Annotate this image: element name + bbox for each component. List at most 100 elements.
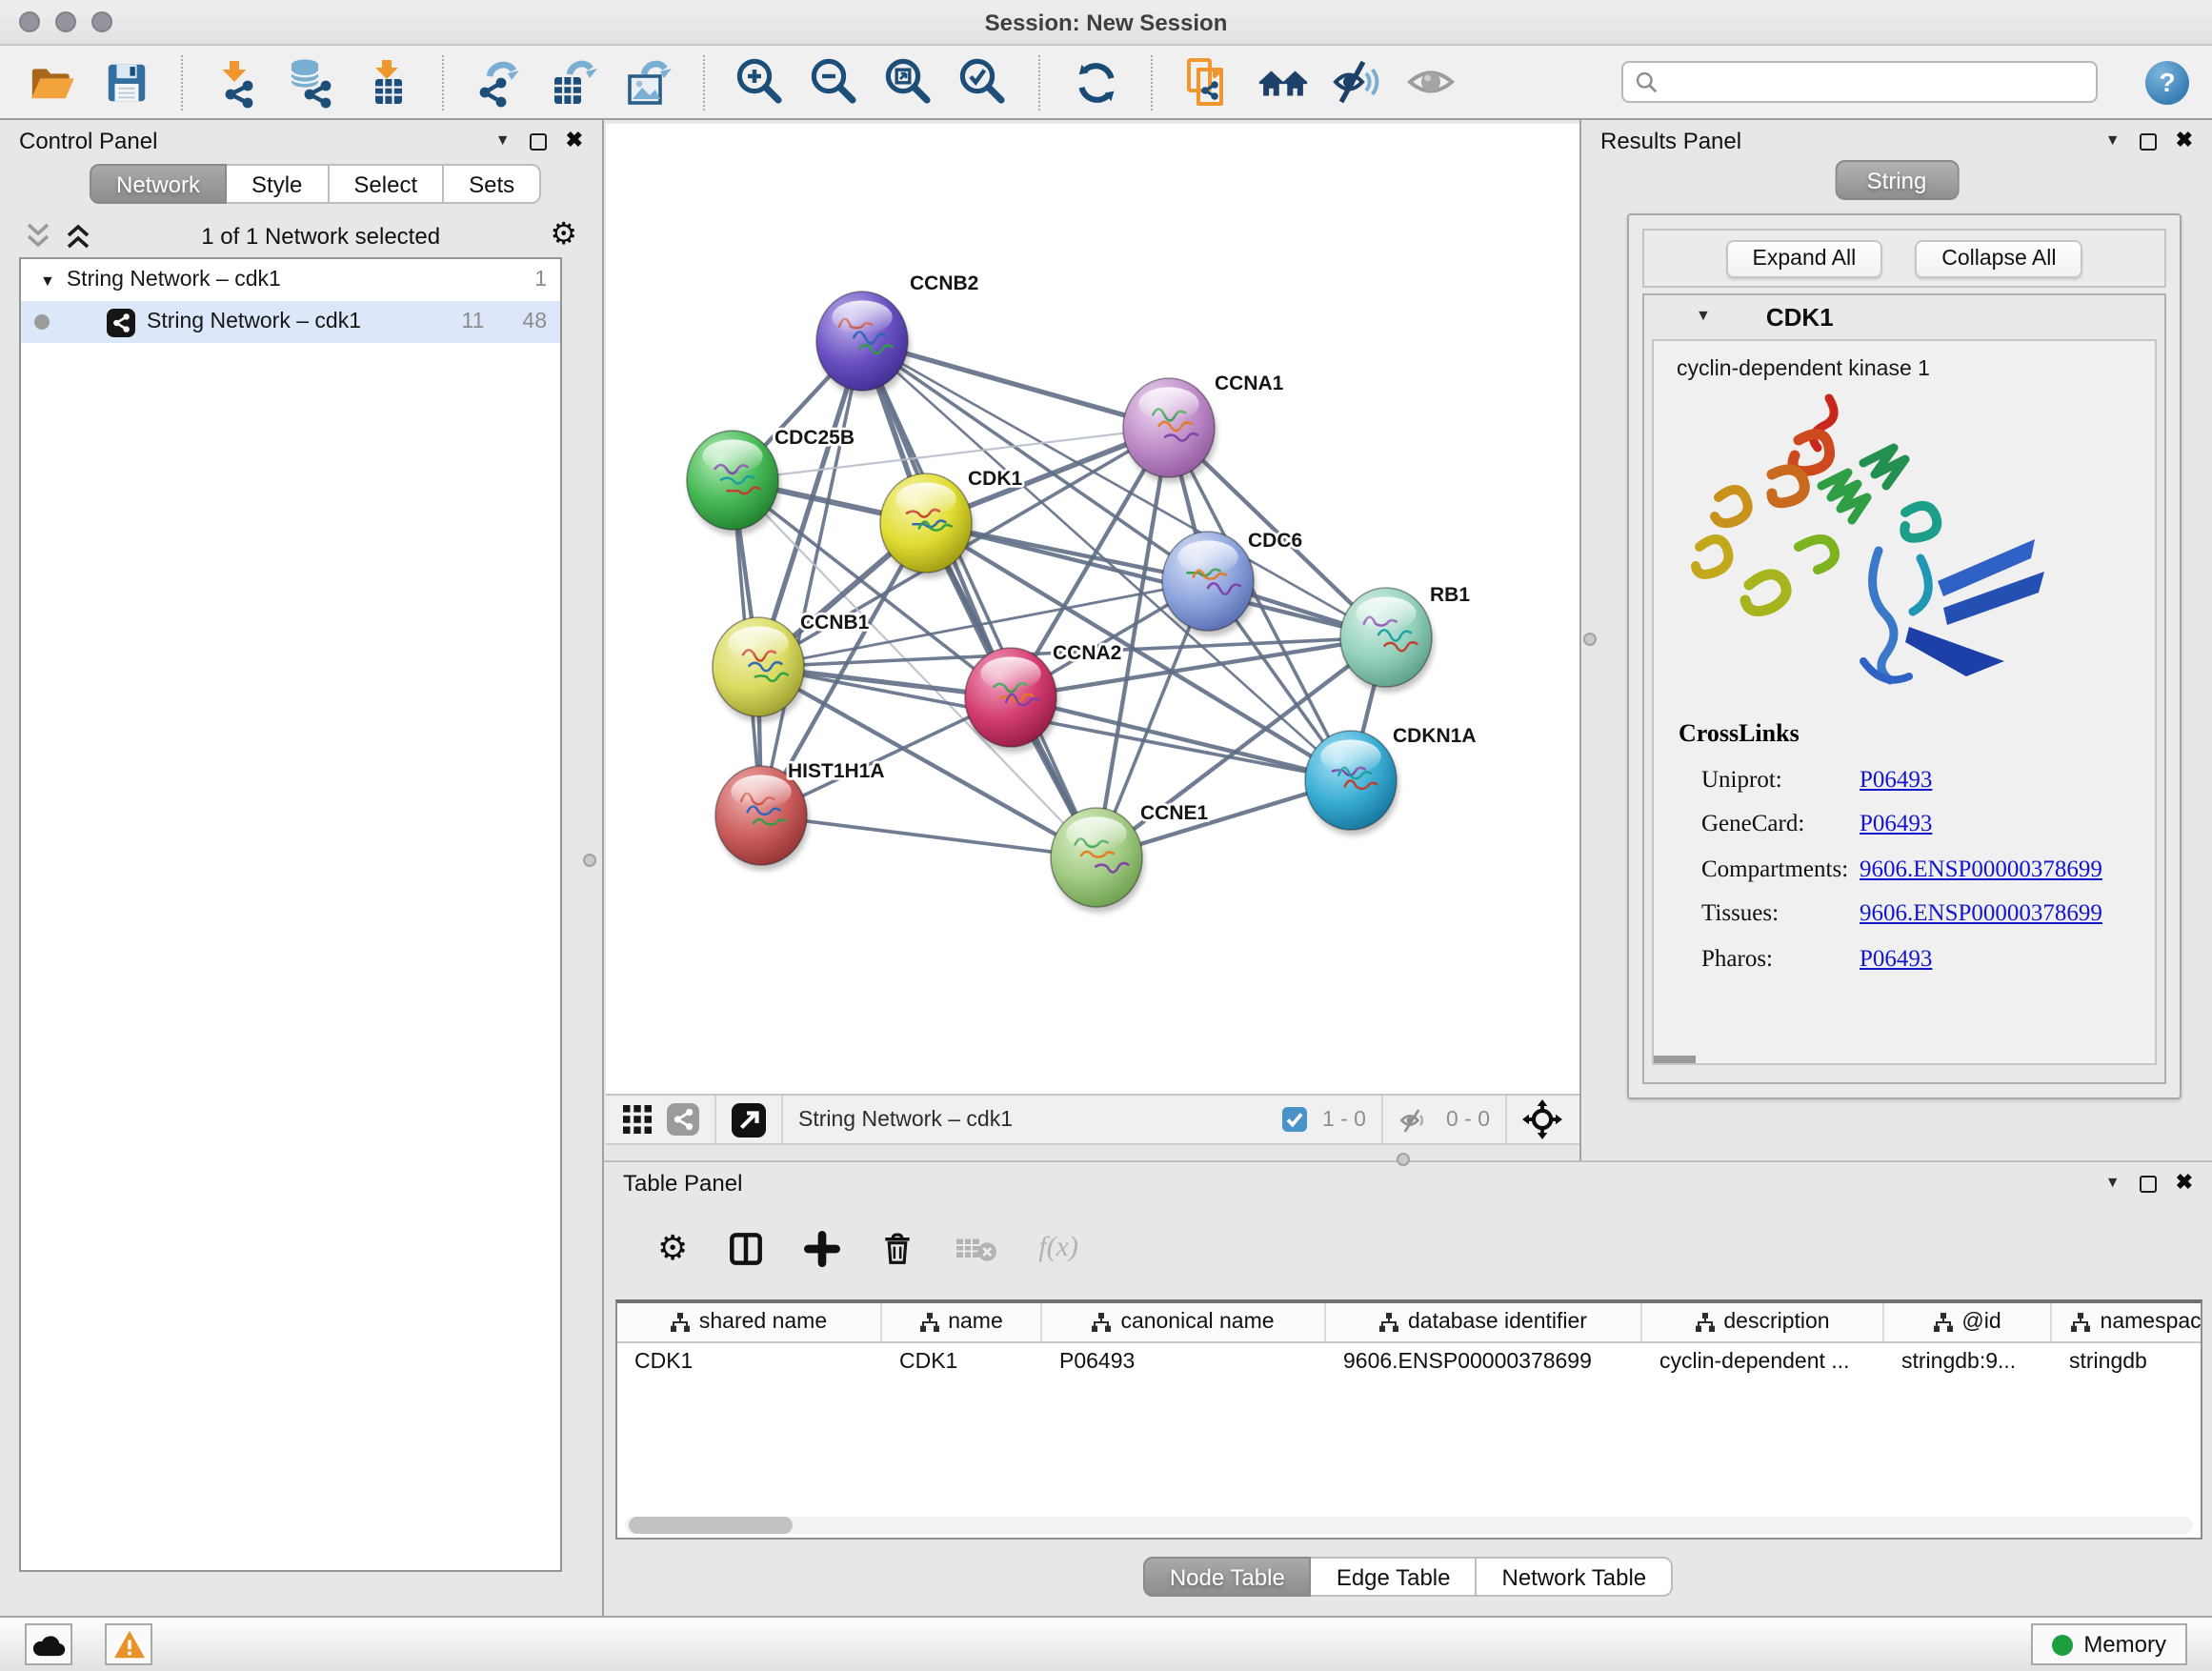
network-view-canvas[interactable]: CCNB2CCNA1CDC25BCDK1CDC6RB1CCNB1CCNA2CDK… [606, 124, 1579, 1094]
cloud-status-button[interactable] [25, 1623, 72, 1665]
table-cell[interactable]: stringdb:9... [1884, 1343, 2052, 1383]
crosslink-link[interactable]: P06493 [1860, 944, 1932, 973]
network-collection-row[interactable]: ▼ String Network – cdk1 1 [21, 259, 560, 301]
column-header-description[interactable]: description [1642, 1303, 1884, 1341]
search-input[interactable] [1667, 70, 2084, 93]
memory-button[interactable]: Memory [2030, 1623, 2187, 1665]
column-header--id[interactable]: @id [1884, 1303, 2052, 1341]
close-panel-icon[interactable]: ✖ [566, 131, 583, 151]
minimize-window-button[interactable] [55, 11, 76, 32]
table-cell[interactable]: CDK1 [617, 1343, 882, 1383]
right-splitter-handle[interactable] [1583, 633, 1597, 646]
crosslink-link[interactable]: P06493 [1860, 765, 1932, 794]
show-columns-icon[interactable] [728, 1230, 764, 1266]
column-header-database-identifier[interactable]: database identifier [1326, 1303, 1642, 1341]
toolbar-search-box[interactable] [1621, 61, 2098, 103]
import-table-from-file-button[interactable] [358, 53, 415, 111]
close-panel-icon[interactable]: ✖ [2176, 131, 2193, 151]
float-panel-icon[interactable] [530, 132, 547, 150]
network-from-clipboard-button[interactable] [1179, 53, 1237, 111]
expand-all-icon[interactable] [65, 221, 91, 252]
collapse-entry-icon[interactable]: ▼ [1696, 309, 1711, 324]
crosslink-link[interactable]: 9606.ENSP00000378699 [1860, 899, 2102, 928]
close-window-button[interactable] [19, 11, 40, 32]
column-header-name[interactable]: name [882, 1303, 1042, 1341]
zoom-fit-content-button[interactable] [880, 53, 937, 111]
warnings-button[interactable] [105, 1623, 152, 1665]
horizontal-splitter-handle[interactable] [1397, 1153, 1410, 1166]
string-network-graph[interactable]: CCNB2CCNA1CDC25BCDK1CDC6RB1CCNB1CCNA2CDK… [606, 124, 1579, 1094]
network-node-CCNE1[interactable]: CCNE1 [1051, 802, 1209, 913]
float-panel-icon[interactable] [2140, 1175, 2157, 1192]
clear-table-icon[interactable] [955, 1234, 998, 1262]
network-node-HIST1H1A[interactable]: HIST1H1A [715, 760, 885, 871]
network-edge[interactable] [761, 815, 1096, 857]
open-session-button[interactable] [23, 53, 80, 111]
zoom-out-button[interactable] [806, 53, 863, 111]
table-options-gear-icon[interactable]: ⚙ [657, 1231, 688, 1265]
crosslink-link[interactable]: 9606.ENSP00000378699 [1860, 855, 2102, 883]
network-node-CDKN1A[interactable]: CDKN1A [1305, 725, 1477, 836]
table-cell[interactable]: stringdb [2052, 1343, 2202, 1383]
network-edge[interactable] [862, 341, 1096, 857]
save-session-button[interactable] [97, 53, 154, 111]
column-header-canonical-name[interactable]: canonical name [1042, 1303, 1326, 1341]
birds-eye-view-icon[interactable] [1522, 1099, 1562, 1139]
delete-column-icon[interactable] [880, 1230, 915, 1266]
left-splitter-handle[interactable] [583, 854, 596, 867]
add-column-icon[interactable] [804, 1230, 840, 1266]
help-button[interactable]: ? [2145, 60, 2189, 104]
zoom-selected-button[interactable] [955, 53, 1012, 111]
network-node-CCNB2[interactable]: CCNB2 [816, 272, 978, 396]
detach-view-icon[interactable] [732, 1102, 766, 1137]
home-button[interactable] [1254, 53, 1311, 111]
table-cell[interactable]: P06493 [1042, 1343, 1326, 1383]
table-cell[interactable]: cyclin-dependent ... [1642, 1343, 1884, 1383]
network-node-CCNA2[interactable]: CCNA2 [965, 642, 1121, 753]
scrollbar-thumb[interactable] [629, 1517, 793, 1534]
network-options-gear-icon[interactable]: ⚙ [550, 221, 577, 252]
tab-string[interactable]: String [1835, 160, 1960, 200]
tab-network[interactable]: Network [90, 164, 227, 204]
export-table-button[interactable] [545, 53, 602, 111]
zoom-in-button[interactable] [732, 53, 789, 111]
network-share-icon[interactable] [667, 1103, 699, 1136]
export-network-button[interactable] [471, 53, 528, 111]
grid-view-icon[interactable] [623, 1105, 652, 1134]
table-row[interactable]: CDK1CDK1P064939606.ENSP00000378699cyclin… [617, 1343, 2201, 1383]
panel-menu-icon[interactable]: ▼ [2105, 1176, 2121, 1191]
table-cell[interactable]: CDK1 [882, 1343, 1042, 1383]
crosslink-link[interactable]: P06493 [1860, 810, 1932, 838]
import-network-from-file-button[interactable] [210, 53, 267, 111]
refresh-view-button[interactable] [1067, 53, 1124, 111]
result-scrollbar[interactable] [1654, 1056, 1696, 1063]
table-cell[interactable]: 9606.ENSP00000378699 [1326, 1343, 1642, 1383]
table-horizontal-scrollbar[interactable] [625, 1517, 2193, 1534]
close-panel-icon[interactable]: ✖ [2176, 1173, 2193, 1194]
export-image-button[interactable] [619, 53, 676, 111]
node-result-header[interactable]: ▼ CDK1 [1644, 295, 2164, 337]
tab-sets[interactable]: Sets [444, 164, 541, 204]
tab-node-table[interactable]: Node Table [1143, 1557, 1312, 1597]
tab-style[interactable]: Style [227, 164, 329, 204]
hide-graphics-details-button[interactable] [1328, 53, 1385, 111]
expand-all-button[interactable]: Expand All [1726, 239, 1883, 277]
tree-expand-icon[interactable]: ▼ [40, 272, 55, 289]
zoom-window-button[interactable] [91, 11, 112, 32]
collapse-all-button[interactable]: Collapse All [1915, 239, 2082, 277]
network-node-CDC6[interactable]: CDC6 [1162, 530, 1302, 636]
function-builder-icon[interactable]: f(x) [1038, 1232, 1078, 1264]
column-header-shared-name[interactable]: shared name [617, 1303, 882, 1341]
collapse-all-icon[interactable] [25, 221, 51, 252]
tab-select[interactable]: Select [329, 164, 444, 204]
tab-edge-table[interactable]: Edge Table [1312, 1557, 1478, 1597]
network-node-CDK1[interactable]: CDK1 [880, 468, 1022, 578]
network-node-RB1[interactable]: RB1 [1340, 584, 1470, 693]
network-edge[interactable] [761, 341, 862, 815]
import-network-from-database-button[interactable] [284, 53, 341, 111]
panel-menu-icon[interactable]: ▼ [495, 133, 511, 149]
tab-network-table[interactable]: Network Table [1478, 1557, 1674, 1597]
selected-checkbox-icon[interactable] [1282, 1107, 1307, 1132]
show-graphics-details-button[interactable] [1402, 53, 1459, 111]
panel-menu-icon[interactable]: ▼ [2105, 133, 2121, 149]
